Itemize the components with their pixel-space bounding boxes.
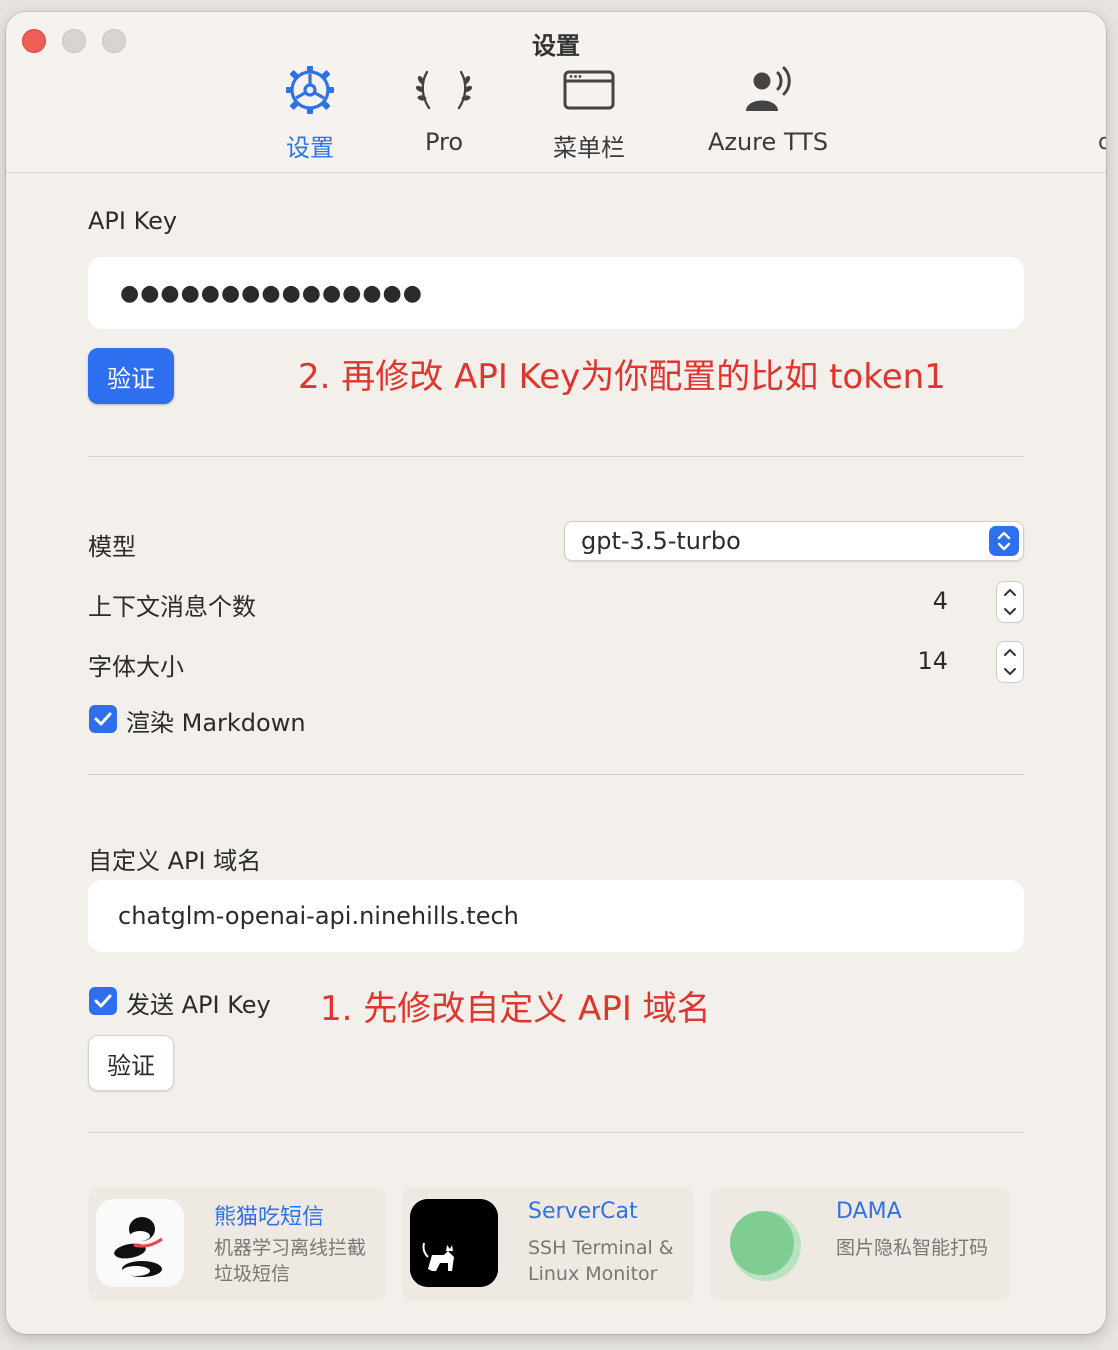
font-size-value[interactable]: 14 bbox=[828, 647, 948, 675]
api-key-verify-button[interactable]: 验证 bbox=[88, 348, 174, 404]
context-count-value[interactable]: 4 bbox=[828, 587, 948, 615]
titlebar: 设置 设置 Pro 菜单栏 Azure TTS o bbox=[6, 12, 1106, 173]
custom-domain-verify-button[interactable]: 验证 bbox=[88, 1035, 174, 1091]
send-api-key-checkbox[interactable] bbox=[89, 987, 117, 1015]
tab-settings-label: 设置 bbox=[286, 134, 334, 162]
chevron-up-down-icon bbox=[989, 526, 1019, 556]
promo-desc-line: 机器学习离线拦截 bbox=[214, 1237, 367, 1259]
promo-title: DAMA bbox=[836, 1199, 902, 1224]
promo-card-dama[interactable]: DAMA 图片隐私智能打码 bbox=[710, 1187, 1010, 1301]
tab-settings[interactable]: 设置 bbox=[262, 64, 358, 163]
section-divider bbox=[88, 456, 1024, 457]
stepper-up-icon[interactable] bbox=[997, 582, 1023, 602]
checkmark-icon bbox=[94, 712, 112, 726]
tab-pro-label: Pro bbox=[424, 128, 464, 156]
model-select-value: gpt-3.5-turbo bbox=[581, 527, 741, 555]
menubar-window-icon bbox=[540, 64, 638, 116]
section-divider bbox=[88, 774, 1024, 775]
green-circle-icon bbox=[718, 1199, 806, 1287]
section-divider bbox=[88, 1132, 1024, 1133]
promo-desc-line: SSH Terminal & bbox=[528, 1237, 674, 1259]
tab-pro[interactable]: Pro bbox=[404, 64, 484, 156]
promo-desc-line: Linux Monitor bbox=[528, 1263, 658, 1285]
api-key-label: API Key bbox=[88, 207, 178, 235]
tab-azure-tts[interactable]: Azure TTS bbox=[698, 64, 838, 156]
custom-domain-input[interactable]: chatglm-openai-api.ninehills.tech bbox=[88, 880, 1024, 952]
speaking-person-icon bbox=[698, 64, 838, 116]
context-count-stepper[interactable] bbox=[996, 581, 1024, 623]
promo-card-servercat[interactable]: ServerCat SSH Terminal & Linux Monitor bbox=[402, 1187, 694, 1301]
promo-card-panda-sms[interactable]: 熊猫吃短信 机器学习离线拦截 垃圾短信 bbox=[88, 1187, 386, 1301]
window-title: 设置 bbox=[532, 32, 580, 60]
promo-description: 图片隐私智能打码 bbox=[836, 1235, 988, 1261]
tab-menubar[interactable]: 菜单栏 bbox=[540, 64, 638, 163]
settings-gear-icon bbox=[262, 64, 358, 116]
promo-desc-line: 图片隐私智能打码 bbox=[836, 1237, 989, 1259]
checkmark-icon bbox=[94, 994, 112, 1008]
api-key-input[interactable]: ●●●●●●●●●●●●●●● bbox=[88, 257, 1024, 329]
custom-domain-label: 自定义 API 域名 bbox=[88, 847, 262, 875]
context-count-label: 上下文消息个数 bbox=[88, 593, 256, 621]
settings-window: 设置 设置 Pro 菜单栏 Azure TTS o API Key ●●●●●●… bbox=[6, 12, 1106, 1334]
cat-icon bbox=[410, 1199, 498, 1287]
model-select[interactable]: gpt-3.5-turbo bbox=[564, 521, 1024, 561]
panda-icon bbox=[96, 1199, 184, 1287]
stepper-down-icon[interactable] bbox=[997, 602, 1023, 622]
promo-desc-line: 垃圾短信 bbox=[214, 1263, 291, 1285]
custom-domain-annotation: 1. 先修改自定义 API 域名 bbox=[320, 989, 711, 1029]
stepper-down-icon[interactable] bbox=[997, 662, 1023, 682]
render-markdown-checkbox[interactable] bbox=[89, 705, 117, 733]
stepper-up-icon[interactable] bbox=[997, 642, 1023, 662]
promo-description: 机器学习离线拦截 垃圾短信 bbox=[214, 1235, 366, 1287]
send-api-key-label: 发送 API Key bbox=[126, 991, 271, 1019]
tab-azure-tts-label: Azure TTS bbox=[707, 128, 829, 156]
promo-title: ServerCat bbox=[528, 1199, 638, 1224]
edge-cut-glyph: o bbox=[1098, 130, 1106, 155]
model-label: 模型 bbox=[88, 533, 136, 561]
promo-description: SSH Terminal & Linux Monitor bbox=[528, 1235, 674, 1287]
font-size-stepper[interactable] bbox=[996, 641, 1024, 683]
tab-menubar-label: 菜单栏 bbox=[553, 134, 625, 162]
laurel-wreath-icon bbox=[404, 64, 484, 116]
promo-title: 熊猫吃短信 bbox=[214, 1205, 325, 1230]
api-key-annotation: 2. 再修改 API Key为你配置的比如 token1 bbox=[298, 357, 946, 397]
render-markdown-label: 渲染 Markdown bbox=[126, 709, 306, 737]
font-size-label: 字体大小 bbox=[88, 653, 184, 681]
